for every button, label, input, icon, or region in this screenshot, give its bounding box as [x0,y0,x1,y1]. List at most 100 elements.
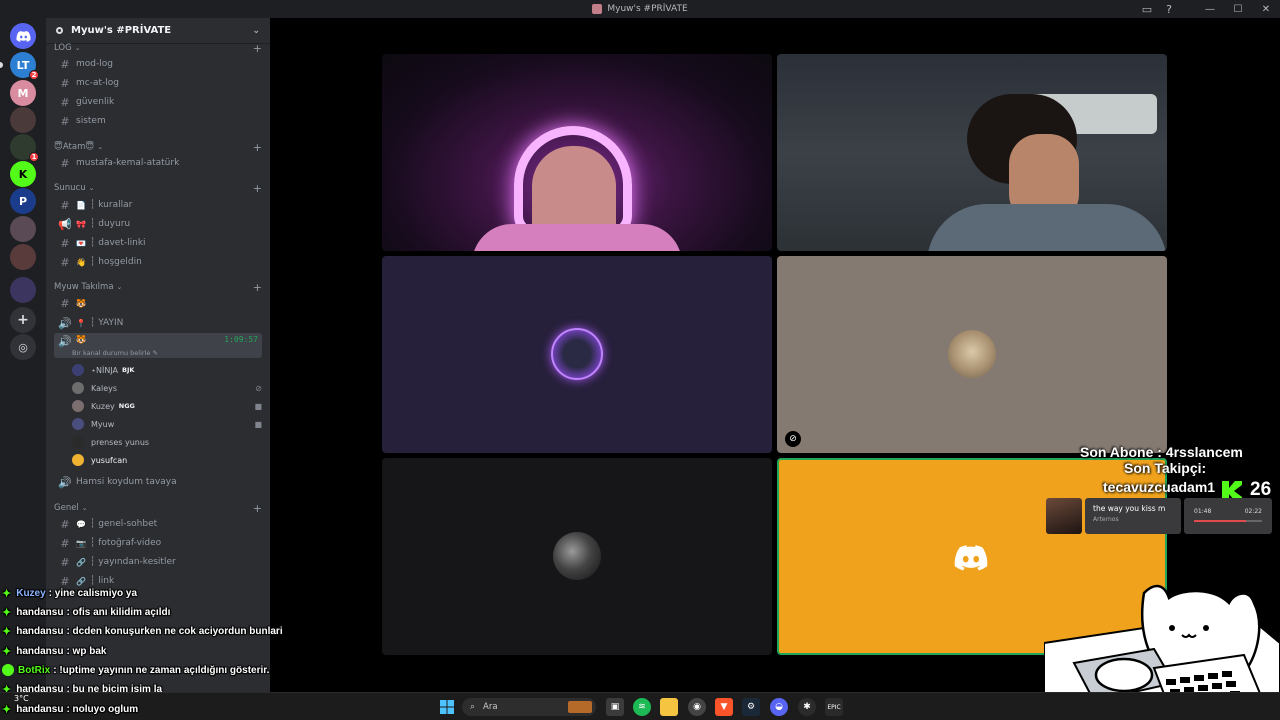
avatar [72,382,84,394]
search-icon: ⌕ [470,702,476,712]
hashtag-icon: # [60,517,70,531]
channel-hamsi[interactable]: 🔊 Hamsi koydum tavaya [54,473,262,491]
pencil-icon: ✎ [152,349,158,357]
server-icon-myuw[interactable]: M [10,80,36,106]
wave-icon: 👋 [76,257,86,267]
voice-user[interactable]: yusufcan [72,452,262,468]
voice-user[interactable]: Kuzey NGG ■ [72,398,262,414]
minimize-icon[interactable]: — [1196,0,1224,18]
song-total: 02:22 [1244,508,1262,515]
server-icon-7[interactable] [10,216,36,242]
hashtag-icon: # [60,536,70,550]
inbox-icon[interactable]: ▭ [1142,3,1152,16]
windows-start-icon[interactable] [438,698,456,716]
close-icon[interactable]: ✕ [1252,0,1280,18]
server-folder-icon[interactable] [10,277,36,303]
channel-mc-at-log[interactable]: # mc-at-log [54,74,262,92]
headphones-icon [514,126,632,236]
hashtag-icon: # [60,114,70,128]
video-tile-user-5[interactable] [382,458,772,655]
server-icon [592,4,603,14]
help-icon[interactable]: ? [1166,3,1172,16]
channel-tiger[interactable]: # 🐯 [54,294,262,312]
category-atam[interactable]: 😇Atam😇 ⌄ + [54,141,262,154]
obs-icon[interactable]: ◉ [688,698,706,716]
voice-user[interactable]: ⋆NİNJA BJK [72,362,262,378]
video-tile-user-3[interactable] [382,256,772,453]
kick-server-icon[interactable]: K [10,161,36,187]
notification-badge: 1 [29,152,39,162]
category-takilma[interactable]: Myuw Takılma ⌄ + [54,281,262,294]
channel-kurallar[interactable]: # 📄 ┆ kurallar [54,196,262,214]
document-icon: 📄 [76,200,86,210]
voice-user[interactable]: Myuw ■ [72,416,262,432]
brave-icon[interactable]: ▼ [715,698,733,716]
hashtag-icon: # [60,198,70,212]
channel-duyuru[interactable]: 📢 🎀 ┆ duyuru [54,215,262,233]
add-channel-icon[interactable]: + [253,502,262,515]
voice-user[interactable]: Kaleys ⊘ [72,380,262,396]
badge-icon: ✦ [2,606,12,619]
server-icon-p[interactable]: P [10,188,36,214]
steam-icon[interactable]: ⚙ [742,698,760,716]
add-server-icon[interactable]: + [10,307,36,333]
category-log[interactable]: LOG ⌄ + [54,42,262,55]
deafened-icon: ⊘ [255,383,262,393]
channel-fotograf-video[interactable]: # 📷 ┆ fotoğraf-video [54,534,262,552]
channel-davet-linki[interactable]: # 💌 ┆ davet-linki [54,234,262,252]
category-sunucu[interactable]: Sunucu ⌄ + [54,182,262,195]
album-cover [1046,498,1082,534]
add-channel-icon[interactable]: + [253,182,262,195]
voice-user[interactable]: prenses yunus [72,434,262,450]
server-icon-3[interactable] [10,107,36,133]
speaker-icon: 🔊 [58,475,72,489]
avatar [72,436,84,448]
avatar [72,364,84,376]
task-view-icon[interactable]: ▣ [606,698,624,716]
video-tile-webcam-1[interactable] [382,54,772,251]
server-icon-lt[interactable]: LT 2 [10,52,39,80]
channel-hosgeldin[interactable]: # 👋 ┆ hoşgeldin [54,253,262,271]
video-tile-webcam-2[interactable] [777,54,1167,251]
discord-taskbar-icon[interactable]: ◒ [770,698,788,716]
badge-icon: ✦ [2,625,12,638]
mic-muted-icon: ⊘ [785,431,801,447]
channel-yayindan-kesitler[interactable]: # 🔗 ┆ yayından-kesitler [54,553,262,571]
chat-message: BotRix: !uptime yayının ne zaman açıldığ… [2,661,269,679]
channel-guvenlik[interactable]: # güvenlik [54,93,262,111]
speaker-icon: 🔊 [58,335,72,348]
taskbar-search[interactable]: ⌕ Ara [462,698,596,716]
server-icon-8[interactable] [10,244,36,270]
channel-ataturk[interactable]: # mustafa-kemal-atatürk [54,154,262,172]
maximize-icon[interactable]: ☐ [1224,0,1252,18]
song-title: the way you kiss m [1093,504,1166,513]
channel-genel-sohbet[interactable]: # 💬 ┆ genel-sohbet [54,515,262,533]
tiger-icon: 🐯 [76,335,86,344]
add-channel-icon[interactable]: + [253,42,262,55]
server-header[interactable]: Myuw's #PRİVATE ⌄ [46,18,270,44]
discord-window: Myuw's #PRİVATE ▭ ? — ☐ ✕ LT 2 M 1 K P + … [0,0,1280,720]
voice-channel-status[interactable]: Bir kanal durumu belirle ✎ [72,349,158,357]
last-follower-label: Son Takipçi: [1124,460,1207,476]
server-icon-4[interactable]: 1 [10,134,39,162]
discord-home-icon[interactable] [10,23,36,49]
category-genel[interactable]: Genel ⌄ + [54,502,262,515]
add-channel-icon[interactable]: + [253,141,262,154]
badge-icon: ✦ [2,703,12,716]
megaphone-icon: 📢 [58,217,72,231]
add-channel-icon[interactable]: + [253,281,262,294]
epic-games-icon[interactable]: EPIC [825,698,843,716]
person-body [472,224,682,251]
file-explorer-icon[interactable] [660,698,678,716]
channel-mod-log[interactable]: # mod-log [54,55,262,73]
channel-sistem[interactable]: # sistem [54,112,262,130]
video-tile-user-4[interactable]: ⊘ [777,256,1167,453]
hashtag-icon: # [60,76,70,90]
hashtag-icon: # [60,95,70,109]
camera-icon: ■ [254,401,262,411]
explore-icon[interactable]: ◎ [10,334,36,360]
channel-yayin[interactable]: 🔊 📍 ┆ YAYIN [54,314,262,332]
spotify-icon[interactable]: ≋ [633,698,651,716]
avatar [72,418,84,430]
app-icon[interactable]: ✱ [798,698,816,716]
